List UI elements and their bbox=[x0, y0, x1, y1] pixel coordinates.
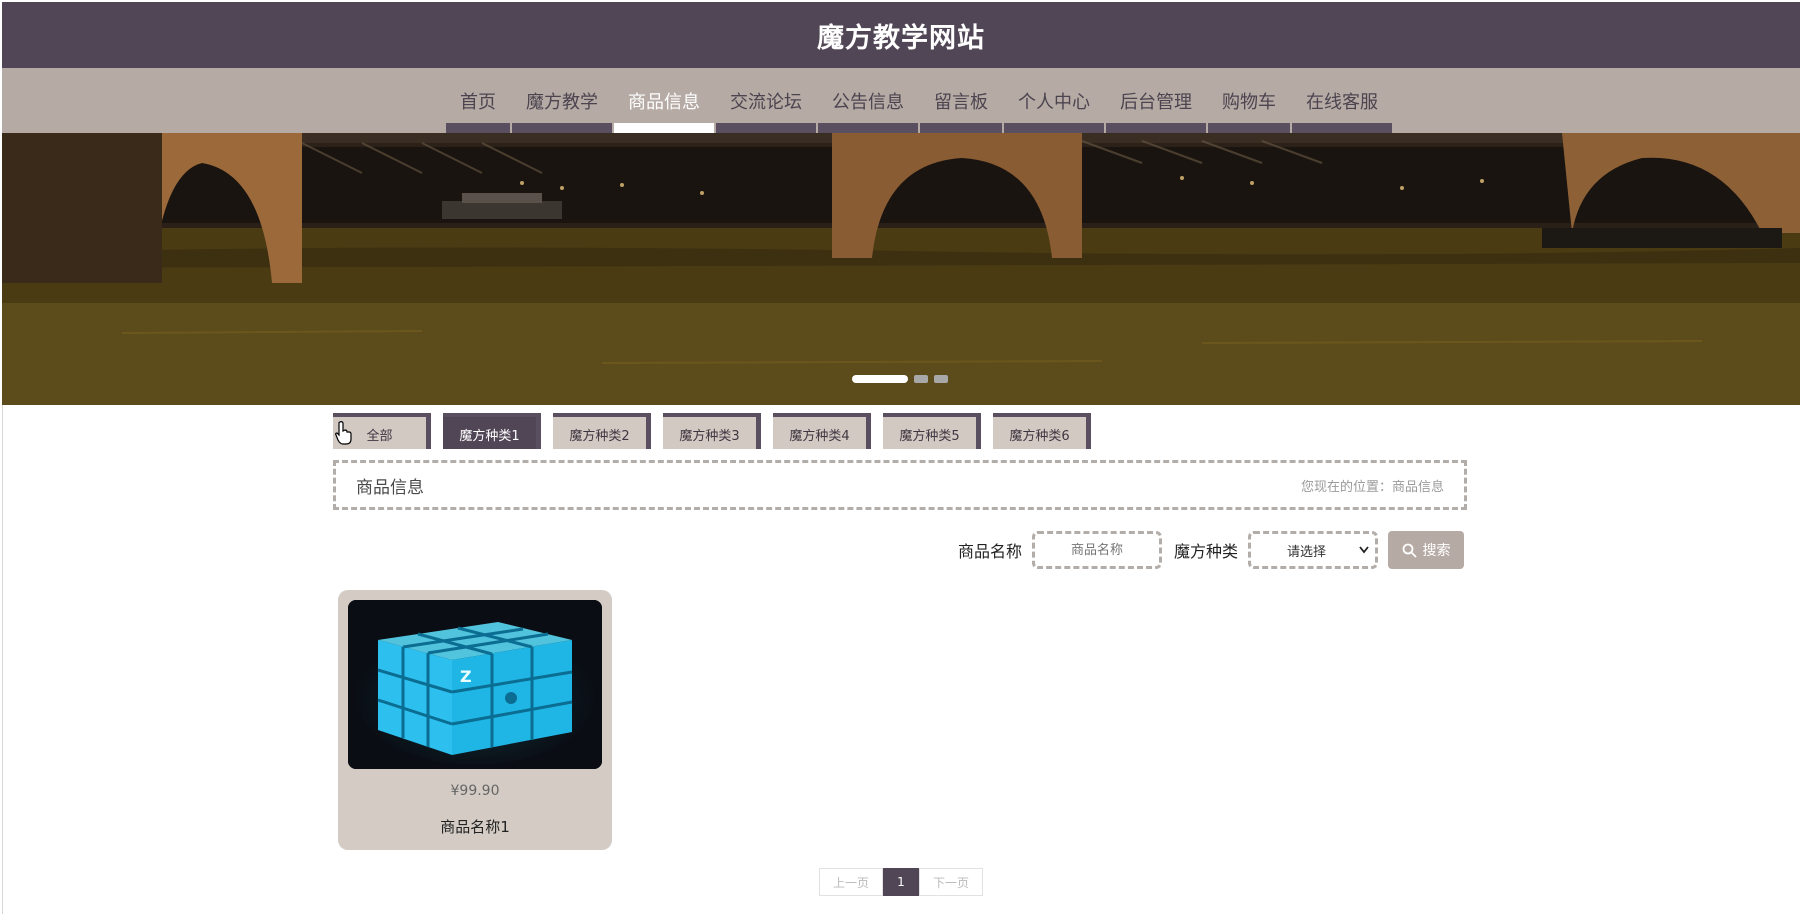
nav-item-personal-center[interactable]: 个人中心 bbox=[1004, 68, 1104, 133]
nav-item-forum[interactable]: 交流论坛 bbox=[716, 68, 816, 133]
site-title: 魔方教学网站 bbox=[817, 22, 985, 54]
nav-label: 公告信息 bbox=[832, 91, 904, 113]
chevron-down-icon bbox=[1359, 546, 1369, 554]
search-button-label: 搜索 bbox=[1422, 543, 1451, 559]
carousel-dot[interactable] bbox=[852, 375, 908, 383]
nav-item-announcements[interactable]: 公告信息 bbox=[818, 68, 918, 133]
category-tab-6[interactable]: 魔方种类6 bbox=[993, 413, 1091, 449]
glowing-cube-image: Z bbox=[348, 600, 602, 769]
nav-item-products[interactable]: 商品信息 bbox=[614, 68, 714, 133]
breadcrumb-bar: 商品信息 您现在的位置：商品信息 bbox=[333, 460, 1467, 510]
page-title: 商品信息 bbox=[356, 477, 424, 498]
nav-label: 后台管理 bbox=[1120, 91, 1192, 113]
banner-image bbox=[2, 133, 1800, 405]
nav-label: 交流论坛 bbox=[730, 91, 802, 113]
category-label: 魔方种类6 bbox=[1009, 428, 1070, 444]
category-tab-4[interactable]: 魔方种类4 bbox=[773, 413, 871, 449]
nav-label: 魔方教学 bbox=[526, 91, 598, 113]
carousel-dots bbox=[852, 375, 948, 383]
search-button[interactable]: 搜索 bbox=[1388, 531, 1465, 569]
pagination: 上一页 1 下一页 bbox=[819, 868, 983, 896]
category-tab-2[interactable]: 魔方种类2 bbox=[553, 413, 651, 449]
banner-carousel[interactable] bbox=[2, 133, 1800, 405]
category-label: 魔方种类1 bbox=[459, 428, 520, 444]
carousel-dot[interactable] bbox=[934, 375, 948, 383]
product-image[interactable]: Z bbox=[348, 600, 602, 769]
next-page-button[interactable]: 下一页 bbox=[919, 868, 983, 896]
cube-type-select[interactable]: 请选择 bbox=[1248, 531, 1379, 569]
product-price: ¥99.90 bbox=[450, 783, 500, 799]
nav-item-admin[interactable]: 后台管理 bbox=[1106, 68, 1206, 133]
category-label: 全部 bbox=[366, 428, 393, 444]
category-tab-1[interactable]: 魔方种类1 bbox=[443, 413, 541, 449]
category-tabs: 全部 魔方种类1 魔方种类2 魔方种类3 魔方种类4 魔方种类5 魔方种类6 bbox=[333, 413, 1091, 449]
category-label: 魔方种类5 bbox=[899, 428, 960, 444]
site-header: 魔方教学网站 bbox=[2, 2, 1800, 68]
product-name-input[interactable] bbox=[1032, 531, 1163, 569]
category-label: 魔方种类4 bbox=[789, 428, 850, 444]
nav-item-cart[interactable]: 购物车 bbox=[1208, 68, 1290, 133]
product-name-label: 商品名称 bbox=[958, 542, 1023, 561]
search-bar: 商品名称 魔方种类 请选择 搜索 bbox=[958, 530, 1465, 570]
main-nav: 首页 魔方教学 商品信息 交流论坛 公告信息 留言板 个人中心 后台管理 购物车… bbox=[2, 68, 1800, 133]
search-icon bbox=[1402, 543, 1417, 558]
carousel-dot[interactable] bbox=[914, 375, 928, 383]
nav-item-message-board[interactable]: 留言板 bbox=[920, 68, 1002, 133]
page-number-button[interactable]: 1 bbox=[883, 868, 919, 896]
category-tab-3[interactable]: 魔方种类3 bbox=[663, 413, 761, 449]
prev-page-button[interactable]: 上一页 bbox=[819, 868, 883, 896]
svg-text:Z: Z bbox=[460, 667, 472, 686]
hand-pointer-icon bbox=[335, 421, 352, 445]
nav-item-cube-teaching[interactable]: 魔方教学 bbox=[512, 68, 612, 133]
select-value: 请选择 bbox=[1287, 544, 1327, 560]
product-name[interactable]: 商品名称1 bbox=[338, 816, 612, 837]
category-label: 魔方种类2 bbox=[569, 428, 630, 444]
nav-label: 首页 bbox=[460, 91, 496, 113]
nav-label: 商品信息 bbox=[628, 91, 700, 113]
category-label: 魔方种类3 bbox=[679, 428, 740, 444]
cube-type-label: 魔方种类 bbox=[1174, 542, 1239, 561]
nav-label: 留言板 bbox=[934, 91, 988, 113]
nav-label: 个人中心 bbox=[1018, 91, 1090, 113]
product-card[interactable]: Z ¥99.90 商品名称1 bbox=[338, 590, 612, 850]
nav-item-home[interactable]: 首页 bbox=[446, 68, 510, 133]
nav-label: 在线客服 bbox=[1306, 91, 1378, 113]
category-tab-5[interactable]: 魔方种类5 bbox=[883, 413, 981, 449]
breadcrumb: 您现在的位置：商品信息 bbox=[1300, 479, 1444, 495]
nav-label: 购物车 bbox=[1222, 91, 1276, 113]
nav-item-customer-service[interactable]: 在线客服 bbox=[1292, 68, 1392, 133]
